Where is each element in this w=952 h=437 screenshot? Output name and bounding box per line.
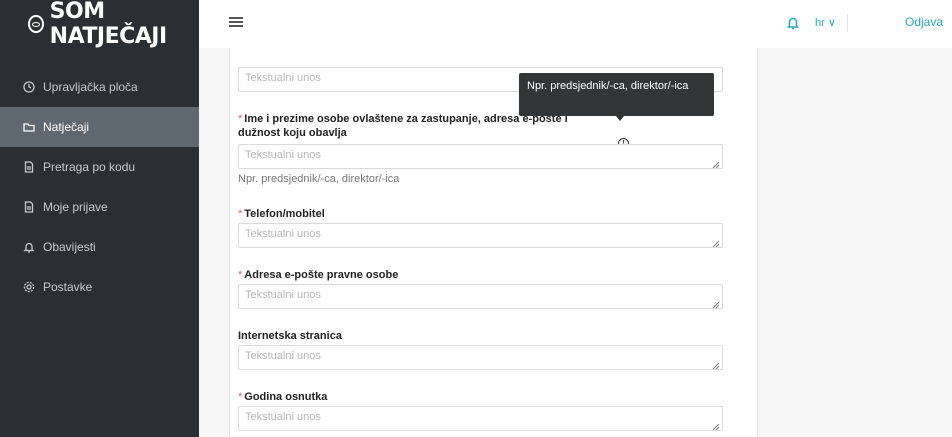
- sidebar-item-obavijesti[interactable]: Obavijesti: [0, 227, 199, 267]
- field-label: * Telefon/mobitel: [238, 208, 325, 220]
- sidebar: SOM NATJEČAJI Upravljačka ploča Natječaj…: [0, 0, 199, 437]
- resize-handle-icon[interactable]: [712, 238, 720, 248]
- field-help-text: Npr. predsjednik/-ca, direktor/-ica: [238, 173, 400, 185]
- text-input[interactable]: Tekstualni unos: [238, 284, 723, 309]
- form-field-phone: * Telefon/mobitel Tekstualni unos: [238, 207, 723, 248]
- sidebar-item-label: Moje prijave: [43, 200, 108, 214]
- folder-icon: [23, 121, 35, 133]
- clock-icon: [23, 81, 35, 93]
- sidebar-item-moje-prijave[interactable]: Moje prijave: [0, 187, 199, 227]
- app-logo[interactable]: SOM NATJEČAJI: [0, 0, 199, 49]
- text-input[interactable]: Tekstualni unos: [238, 345, 723, 370]
- text-input[interactable]: Tekstualni unos: [238, 144, 723, 169]
- sidebar-item-natjecaji[interactable]: Natječaji: [0, 107, 199, 147]
- logout-link[interactable]: Odjava: [905, 15, 943, 29]
- field-label: * Godina osnutka: [238, 391, 328, 403]
- sidebar-nav: Upravljačka ploča Natječaji Pretraga po …: [0, 67, 199, 307]
- sidebar-item-label: Obavijesti: [43, 240, 96, 254]
- file-icon: [23, 201, 35, 213]
- field-label: * Adresa e-pošte pravne osobe: [238, 269, 399, 281]
- bell-icon: [23, 241, 35, 253]
- form-field-authorized-person: * Ime i prezime osobe ovlaštene za zastup…: [238, 112, 723, 185]
- sidebar-item-label: Natječaji: [43, 120, 90, 134]
- top-header: hr ∨ Odjava: [199, 0, 952, 48]
- notifications-bell-icon[interactable]: [786, 16, 800, 30]
- form-field-website: Internetska stranica Tekstualni unos: [238, 329, 723, 370]
- text-input[interactable]: Tekstualni unos: [238, 406, 723, 431]
- field-label: * Ime i prezime osobe ovlaštene za zastup…: [238, 113, 568, 139]
- resize-handle-icon[interactable]: [712, 159, 720, 169]
- logo-text: SOM NATJEČAJI: [49, 0, 168, 49]
- required-marker: *: [238, 113, 243, 125]
- gear-icon: [23, 281, 35, 293]
- required-marker: *: [238, 391, 243, 403]
- text-input[interactable]: Tekstualni unos: [238, 223, 723, 248]
- sidebar-item-label: Postavke: [43, 280, 93, 294]
- sidebar-item-postavke[interactable]: Postavke: [0, 267, 199, 307]
- header-divider: [847, 14, 848, 32]
- sidebar-item-label: Pretraga po kodu: [43, 160, 136, 174]
- file-icon: [23, 161, 35, 173]
- resize-handle-icon[interactable]: [712, 421, 720, 431]
- form-field-founding-year: * Godina osnutka Tekstualni unos: [238, 390, 723, 431]
- language-selector[interactable]: hr ∨: [815, 16, 836, 29]
- resize-handle-icon[interactable]: [712, 360, 720, 370]
- form-field-email: * Adresa e-pošte pravne osobe Tekstualni …: [238, 268, 723, 309]
- required-marker: *: [238, 208, 243, 220]
- field-label: Internetska stranica: [238, 330, 342, 342]
- required-marker: *: [238, 269, 243, 281]
- resize-handle-icon[interactable]: [712, 299, 720, 309]
- sidebar-item-label: Upravljačka ploča: [43, 80, 138, 94]
- language-value: hr: [815, 17, 825, 29]
- sidebar-item-upravljacka-ploca[interactable]: Upravljačka ploča: [0, 67, 199, 107]
- logo-eye-icon: [28, 15, 44, 33]
- sidebar-item-pretraga-po-kodu[interactable]: Pretraga po kodu: [0, 147, 199, 187]
- info-tooltip: Npr. predsjednik/-ca, direktor/-ica: [519, 73, 714, 121]
- menu-toggle-icon[interactable]: [229, 17, 243, 29]
